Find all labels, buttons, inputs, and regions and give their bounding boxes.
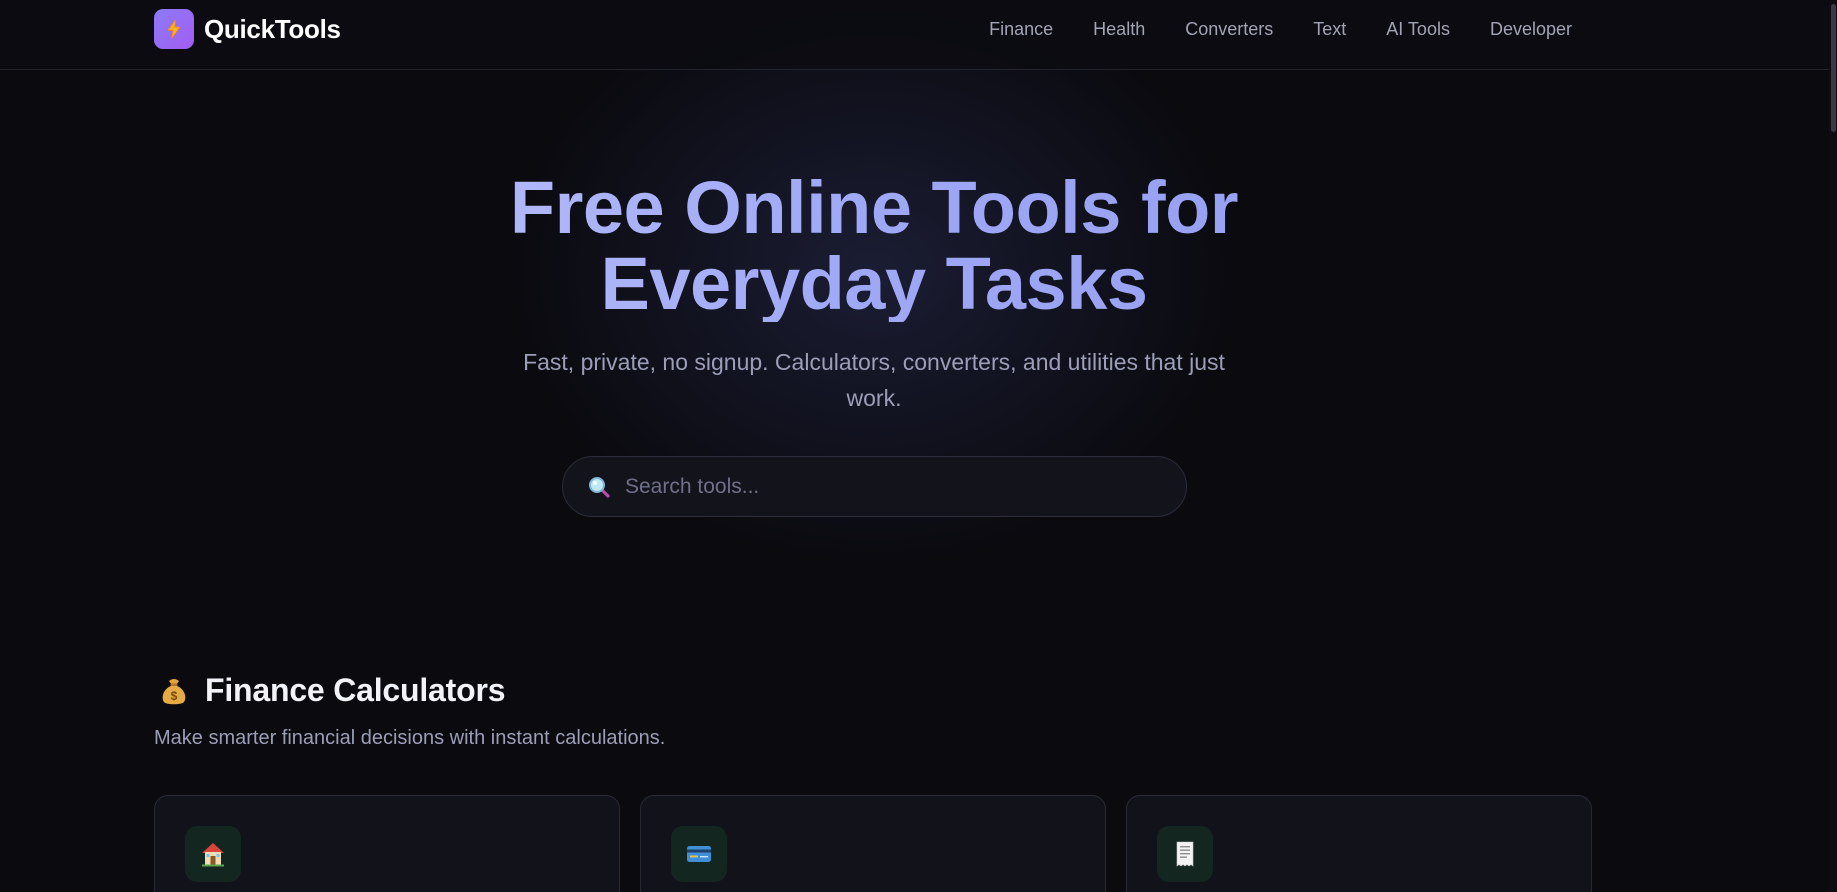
search-box[interactable]	[562, 456, 1187, 517]
search-icon	[587, 475, 611, 499]
tool-card-mortgage[interactable]	[154, 795, 620, 892]
finance-section-description: Make smarter financial decisions with in…	[154, 727, 666, 749]
nav-finance[interactable]: Finance	[989, 18, 1053, 40]
site-header: QuickTools Finance Health Converters Tex…	[0, 0, 1829, 70]
receipt-icon	[1157, 826, 1213, 882]
nav-health[interactable]: Health	[1093, 18, 1145, 40]
svg-text:$: $	[171, 689, 178, 703]
page-scrollbar[interactable]	[1829, 0, 1837, 892]
hero-title: Free Online Tools for Everyday Tasks	[0, 170, 1748, 322]
hero-title-line-2: Everyday Tasks	[600, 242, 1148, 325]
nav-ai-tools[interactable]: AI Tools	[1386, 18, 1450, 40]
finance-section-title: Finance Calculators	[205, 672, 506, 708]
house-icon	[185, 826, 241, 882]
nav-converters[interactable]: Converters	[1185, 18, 1273, 40]
finance-section-heading: $ Finance Calculators	[157, 672, 505, 709]
credit-card-icon	[671, 826, 727, 882]
lightning-bolt-icon	[154, 9, 194, 49]
money-bag-icon: $	[157, 674, 191, 708]
tool-card-tax[interactable]	[1126, 795, 1592, 892]
main-nav: Finance Health Converters Text AI Tools …	[989, 18, 1572, 40]
search-input[interactable]	[625, 457, 1186, 516]
hero-title-line-1: Free Online Tools for	[509, 166, 1239, 249]
nav-text[interactable]: Text	[1313, 18, 1346, 40]
page: QuickTools Finance Health Converters Tex…	[0, 0, 1837, 892]
nav-developer[interactable]: Developer	[1490, 18, 1572, 40]
scrollbar-thumb[interactable]	[1831, 4, 1836, 132]
hero-subtitle: Fast, private, no signup. Calculators, c…	[523, 349, 1225, 411]
tool-card-loan[interactable]	[640, 795, 1106, 892]
brand-name: QuickTools	[204, 13, 341, 44]
finance-tool-cards	[154, 795, 1594, 892]
brand-home-link[interactable]: QuickTools	[154, 9, 341, 49]
